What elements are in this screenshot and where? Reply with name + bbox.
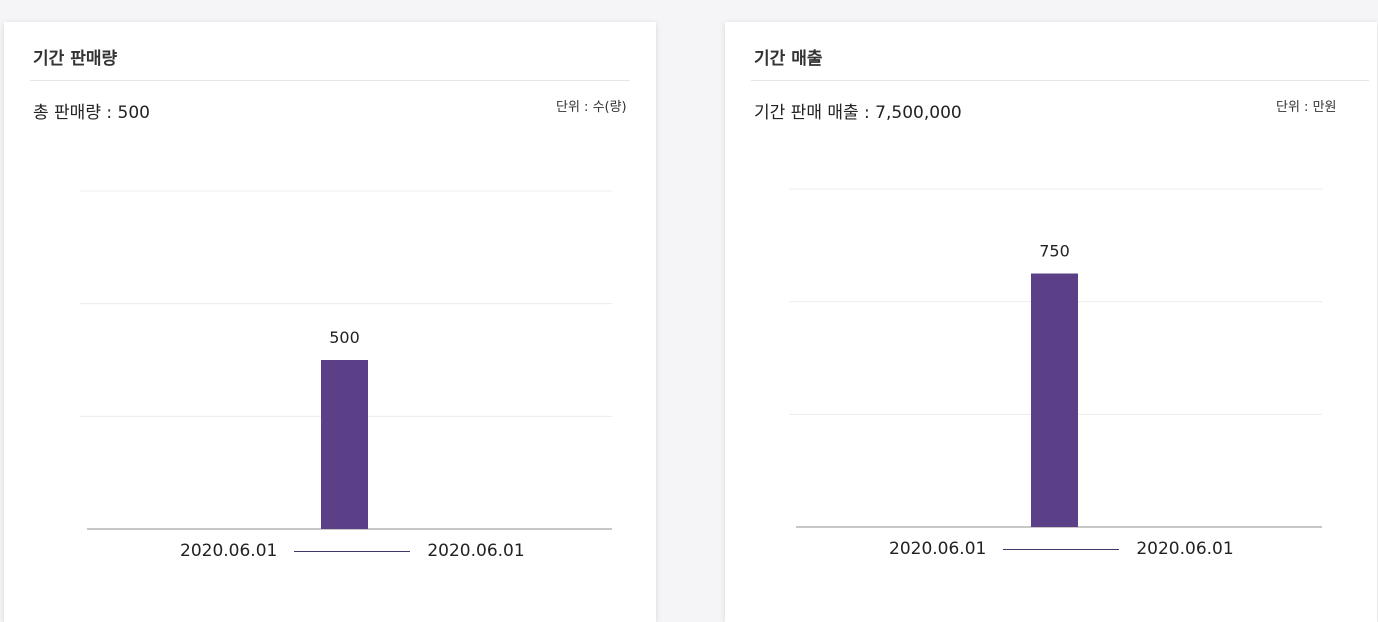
sales-volume-panel: 기간 판매량 총 판매량 : 500 단위 : 수(량) 500 2020.06… [4, 22, 656, 622]
sales-volume-chart: 500 [80, 190, 612, 530]
bar [1031, 273, 1078, 527]
range-end-date: 2020.06.01 [1136, 539, 1234, 559]
range-start-date: 2020.06.01 [180, 541, 278, 561]
range-end-date: 2020.06.01 [427, 541, 525, 561]
bar-value-label: 750 [1039, 242, 1070, 261]
range-connector [1003, 548, 1120, 550]
range-connector [294, 550, 411, 552]
bar [321, 360, 368, 529]
bar-value-label: 500 [329, 328, 360, 347]
range-start-date: 2020.06.01 [889, 539, 987, 559]
date-range: 2020.06.01 2020.06.01 [889, 539, 1234, 559]
revenue-chart: 750 [789, 188, 1322, 528]
revenue-panel: 기간 매출 기간 판매 매출 : 7,500,000 단위 : 만원 750 2… [725, 22, 1377, 622]
date-range: 2020.06.01 2020.06.01 [180, 541, 525, 561]
